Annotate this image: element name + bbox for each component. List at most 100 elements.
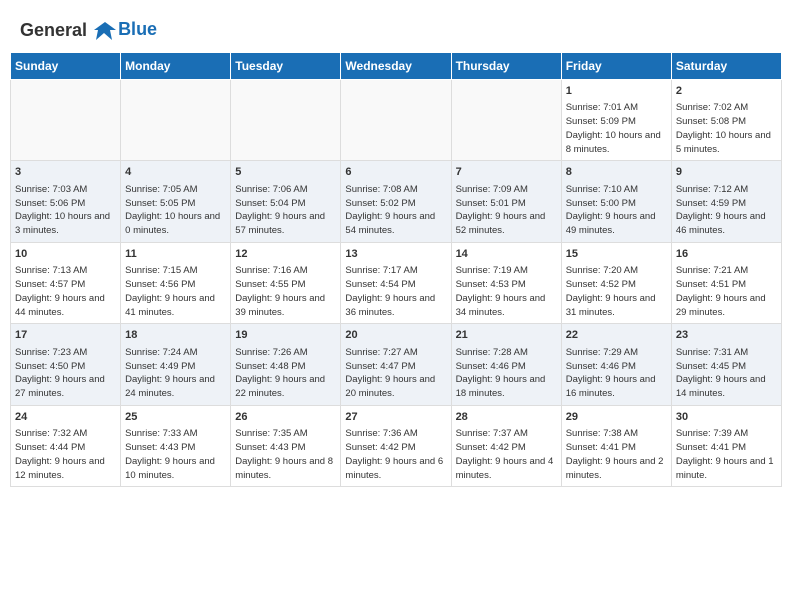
day-info: Sunrise: 7:29 AMSunset: 4:46 PMDaylight:… <box>566 346 667 401</box>
day-number: 13 <box>345 247 446 262</box>
day-cell-14: 14 Sunrise: 7:19 AMSunset: 4:53 PMDayligh… <box>451 242 561 323</box>
day-cell-11: 11 Sunrise: 7:15 AMSunset: 4:56 PMDayligh… <box>121 242 231 323</box>
day-cell-24: 24 Sunrise: 7:32 AMSunset: 4:44 PMDayligh… <box>11 405 121 486</box>
col-header-tuesday: Tuesday <box>231 53 341 80</box>
day-number: 27 <box>345 410 446 425</box>
empty-cell <box>121 80 231 161</box>
day-number: 23 <box>676 328 777 343</box>
day-number: 6 <box>345 165 446 180</box>
day-cell-20: 20 Sunrise: 7:27 AMSunset: 4:47 PMDayligh… <box>341 324 451 405</box>
day-info: Sunrise: 7:37 AMSunset: 4:42 PMDaylight:… <box>456 427 557 482</box>
day-info: Sunrise: 7:17 AMSunset: 4:54 PMDaylight:… <box>345 264 446 319</box>
day-number: 28 <box>456 410 557 425</box>
day-number: 14 <box>456 247 557 262</box>
day-info: Sunrise: 7:20 AMSunset: 4:52 PMDaylight:… <box>566 264 667 319</box>
day-info: Sunrise: 7:39 AMSunset: 4:41 PMDaylight:… <box>676 427 777 482</box>
col-header-thursday: Thursday <box>451 53 561 80</box>
day-info: Sunrise: 7:08 AMSunset: 5:02 PMDaylight:… <box>345 183 446 238</box>
day-number: 30 <box>676 410 777 425</box>
day-number: 10 <box>15 247 116 262</box>
day-number: 11 <box>125 247 226 262</box>
day-info: Sunrise: 7:38 AMSunset: 4:41 PMDaylight:… <box>566 427 667 482</box>
day-cell-1: 1 Sunrise: 7:01 AMSunset: 5:09 PMDaylight… <box>561 80 671 161</box>
day-cell-29: 29 Sunrise: 7:38 AMSunset: 4:41 PMDayligh… <box>561 405 671 486</box>
day-number: 18 <box>125 328 226 343</box>
day-info: Sunrise: 7:05 AMSunset: 5:05 PMDaylight:… <box>125 183 226 238</box>
day-cell-9: 9Sunrise: 7:12 AMSunset: 4:59 PMDaylight… <box>671 161 781 242</box>
empty-cell <box>341 80 451 161</box>
calendar-table: SundayMondayTuesdayWednesdayThursdayFrid… <box>10 52 782 487</box>
day-info: Sunrise: 7:21 AMSunset: 4:51 PMDaylight:… <box>676 264 777 319</box>
day-cell-4: 4 Sunrise: 7:05 AMSunset: 5:05 PMDaylight… <box>121 161 231 242</box>
day-cell-19: 19 Sunrise: 7:26 AMSunset: 4:48 PMDayligh… <box>231 324 341 405</box>
day-info: Sunrise: 7:36 AMSunset: 4:42 PMDaylight:… <box>345 427 446 482</box>
day-cell-12: 12 Sunrise: 7:16 AMSunset: 4:55 PMDayligh… <box>231 242 341 323</box>
day-info: Sunrise: 7:32 AMSunset: 4:44 PMDaylight:… <box>15 427 116 482</box>
day-number: 19 <box>235 328 336 343</box>
col-header-wednesday: Wednesday <box>341 53 451 80</box>
day-info: Sunrise: 7:01 AMSunset: 5:09 PMDaylight:… <box>566 101 667 156</box>
day-number: 26 <box>235 410 336 425</box>
day-number: 7 <box>456 165 557 180</box>
col-header-sunday: Sunday <box>11 53 121 80</box>
logo-general: General <box>20 20 87 40</box>
day-number: 29 <box>566 410 667 425</box>
empty-cell <box>451 80 561 161</box>
day-cell-18: 18 Sunrise: 7:24 AMSunset: 4:49 PMDayligh… <box>121 324 231 405</box>
day-cell-8: 8 Sunrise: 7:10 AMSunset: 5:00 PMDaylight… <box>561 161 671 242</box>
day-cell-16: 16 Sunrise: 7:21 AMSunset: 4:51 PMDayligh… <box>671 242 781 323</box>
day-info: Sunrise: 7:33 AMSunset: 4:43 PMDaylight:… <box>125 427 226 482</box>
col-header-friday: Friday <box>561 53 671 80</box>
day-info: Sunrise: 7:13 AMSunset: 4:57 PMDaylight:… <box>15 264 116 319</box>
day-cell-27: 27 Sunrise: 7:36 AMSunset: 4:42 PMDayligh… <box>341 405 451 486</box>
day-cell-23: 23 Sunrise: 7:31 AMSunset: 4:45 PMDayligh… <box>671 324 781 405</box>
day-cell-3: 3 Sunrise: 7:03 AMSunset: 5:06 PMDaylight… <box>11 161 121 242</box>
day-number: 12 <box>235 247 336 262</box>
day-number: 4 <box>125 165 226 180</box>
day-info: Sunrise: 7:24 AMSunset: 4:49 PMDaylight:… <box>125 346 226 401</box>
day-info: Sunrise: 7:10 AMSunset: 5:00 PMDaylight:… <box>566 183 667 238</box>
day-number: 2 <box>676 84 777 99</box>
day-cell-2: 2 Sunrise: 7:02 AMSunset: 5:08 PMDaylight… <box>671 80 781 161</box>
day-number: 21 <box>456 328 557 343</box>
day-info: Sunrise: 7:06 AMSunset: 5:04 PMDaylight:… <box>235 183 336 238</box>
day-cell-5: 5 Sunrise: 7:06 AMSunset: 5:04 PMDaylight… <box>231 161 341 242</box>
logo-blue: Blue <box>118 19 157 40</box>
day-info: Sunrise: 7:09 AMSunset: 5:01 PMDaylight:… <box>456 183 557 238</box>
day-number: 22 <box>566 328 667 343</box>
day-number: 3 <box>15 165 116 180</box>
calendar-header-row: SundayMondayTuesdayWednesdayThursdayFrid… <box>11 53 782 80</box>
week-row-5: 24 Sunrise: 7:32 AMSunset: 4:44 PMDayligh… <box>11 405 782 486</box>
logo-bird-icon <box>94 20 116 42</box>
day-info: Sunrise: 7:26 AMSunset: 4:48 PMDaylight:… <box>235 346 336 401</box>
col-header-saturday: Saturday <box>671 53 781 80</box>
day-info: Sunrise: 7:02 AMSunset: 5:08 PMDaylight:… <box>676 101 777 156</box>
day-cell-30: 30 Sunrise: 7:39 AMSunset: 4:41 PMDayligh… <box>671 405 781 486</box>
day-info: Sunrise: 7:03 AMSunset: 5:06 PMDaylight:… <box>15 183 116 238</box>
day-number: 1 <box>566 84 667 99</box>
day-cell-21: 21Sunrise: 7:28 AMSunset: 4:46 PMDayligh… <box>451 324 561 405</box>
day-cell-15: 15Sunrise: 7:20 AMSunset: 4:52 PMDayligh… <box>561 242 671 323</box>
day-number: 8 <box>566 165 667 180</box>
day-cell-17: 17Sunrise: 7:23 AMSunset: 4:50 PMDayligh… <box>11 324 121 405</box>
empty-cell <box>231 80 341 161</box>
logo: General Blue <box>20 20 157 42</box>
day-info: Sunrise: 7:35 AMSunset: 4:43 PMDaylight:… <box>235 427 336 482</box>
day-info: Sunrise: 7:31 AMSunset: 4:45 PMDaylight:… <box>676 346 777 401</box>
day-number: 24 <box>15 410 116 425</box>
day-cell-13: 13 Sunrise: 7:17 AMSunset: 4:54 PMDayligh… <box>341 242 451 323</box>
col-header-monday: Monday <box>121 53 231 80</box>
day-cell-28: 28 Sunrise: 7:37 AMSunset: 4:42 PMDayligh… <box>451 405 561 486</box>
day-info: Sunrise: 7:12 AMSunset: 4:59 PMDaylight:… <box>676 183 777 238</box>
day-number: 20 <box>345 328 446 343</box>
day-info: Sunrise: 7:27 AMSunset: 4:47 PMDaylight:… <box>345 346 446 401</box>
day-info: Sunrise: 7:15 AMSunset: 4:56 PMDaylight:… <box>125 264 226 319</box>
week-row-1: 1 Sunrise: 7:01 AMSunset: 5:09 PMDaylight… <box>11 80 782 161</box>
day-info: Sunrise: 7:16 AMSunset: 4:55 PMDaylight:… <box>235 264 336 319</box>
day-number: 16 <box>676 247 777 262</box>
day-info: Sunrise: 7:19 AMSunset: 4:53 PMDaylight:… <box>456 264 557 319</box>
empty-cell <box>11 80 121 161</box>
page-header: General Blue <box>10 10 782 47</box>
day-number: 5 <box>235 165 336 180</box>
day-cell-22: 22 Sunrise: 7:29 AMSunset: 4:46 PMDayligh… <box>561 324 671 405</box>
